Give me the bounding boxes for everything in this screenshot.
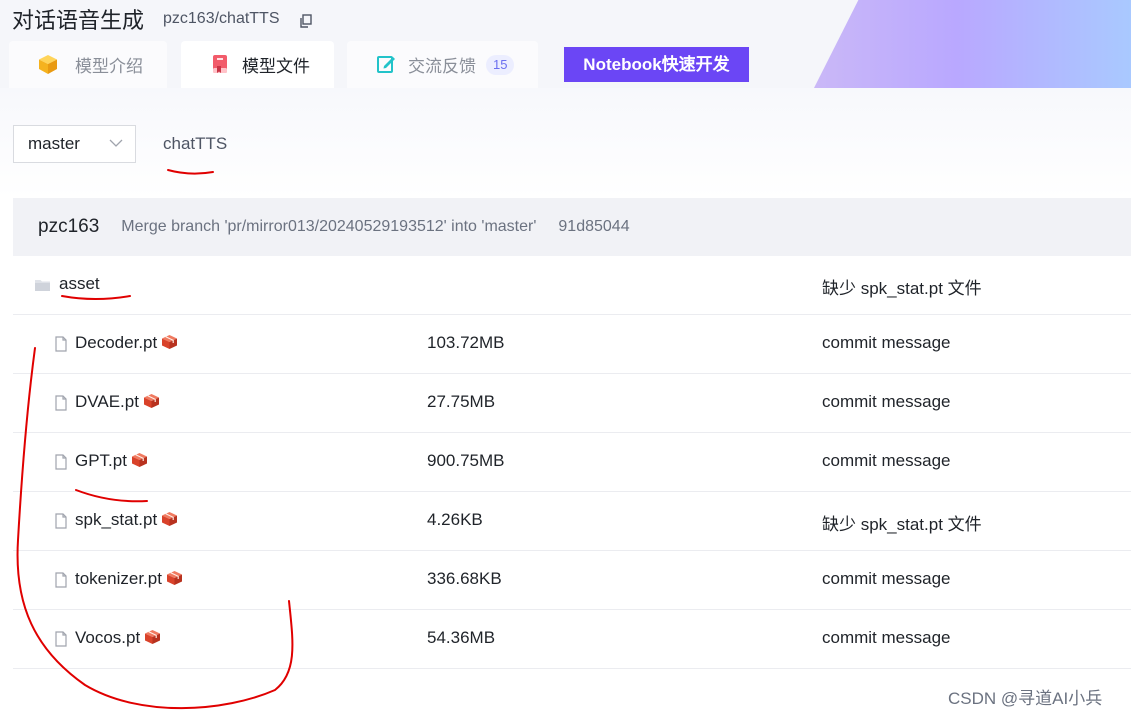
list-item[interactable]: GPT.pt 900.75MB commit message <box>13 433 1131 492</box>
cube-icon <box>39 55 57 74</box>
file-name-wrap[interactable]: GPT.pt <box>75 451 148 471</box>
repo-path: pzc163/chatTTS <box>163 10 280 27</box>
book-icon <box>213 55 227 73</box>
file-commit-message[interactable]: commit message <box>822 392 950 412</box>
repo-header: 对话语音生成 pzc163/chatTTS 模型介绍 模型文件 交流反馈 15 … <box>0 0 1131 88</box>
file-commit-message[interactable]: 缺少 spk_stat.pt 文件 <box>822 510 982 535</box>
header-decoration <box>814 0 1131 88</box>
folder-icon <box>35 280 50 291</box>
lfs-box-icon <box>166 571 182 585</box>
file-size: 54.36MB <box>427 628 496 647</box>
file-list: asset 缺少 spk_stat.pt 文件 Decoder.pt 103.7… <box>13 256 1131 669</box>
file-icon <box>55 336 67 352</box>
file-name-wrap[interactable]: DVAE.pt <box>75 392 160 412</box>
file-name[interactable]: spk_stat.pt <box>75 510 157 529</box>
file-size: 4.26KB <box>427 510 483 529</box>
edit-icon <box>377 56 395 73</box>
file-size: 900.75MB <box>427 451 505 470</box>
list-item[interactable]: tokenizer.pt 336.68KB commit message <box>13 551 1131 610</box>
chevron-down-icon <box>109 139 123 147</box>
file-name-wrap[interactable]: Decoder.pt <box>75 333 178 353</box>
copy-icon[interactable] <box>300 14 312 28</box>
list-item[interactable]: spk_stat.pt 4.26KB 缺少 spk_stat.pt 文件 <box>13 492 1131 551</box>
file-size: 336.68KB <box>427 569 502 588</box>
file-name[interactable]: asset <box>59 274 100 294</box>
branch-select[interactable]: master <box>13 125 136 163</box>
breadcrumb[interactable]: chatTTS <box>163 134 227 154</box>
commit-message[interactable]: Merge branch 'pr/mirror013/2024052919351… <box>121 218 536 236</box>
file-icon <box>55 395 67 411</box>
tab-label: 交流反馈 <box>408 57 476 76</box>
branch-select-value: master <box>28 134 80 153</box>
file-size: 27.75MB <box>427 392 496 411</box>
file-commit-message[interactable]: 缺少 spk_stat.pt 文件 <box>822 274 982 299</box>
notebook-quick-dev-button[interactable]: Notebook快速开发 <box>564 47 749 82</box>
lfs-box-icon <box>162 335 178 349</box>
file-icon <box>55 572 67 588</box>
file-commit-message[interactable]: commit message <box>822 569 950 589</box>
file-commit-message[interactable]: commit message <box>822 451 950 471</box>
file-icon <box>55 454 67 470</box>
tab-feedback[interactable]: 交流反馈 15 <box>347 41 538 88</box>
file-name-wrap[interactable]: spk_stat.pt <box>75 510 178 530</box>
lfs-box-icon <box>143 394 159 408</box>
lfs-box-icon <box>145 630 161 644</box>
list-item[interactable]: Vocos.pt 54.36MB commit message <box>13 610 1131 669</box>
watermark: CSDN @寻道AI小兵 <box>948 689 1103 708</box>
file-name[interactable]: tokenizer.pt <box>75 569 162 588</box>
file-name[interactable]: GPT.pt <box>75 451 127 470</box>
file-commit-message[interactable]: commit message <box>822 628 950 648</box>
lfs-box-icon <box>162 512 178 526</box>
tab-label: 模型文件 <box>242 57 310 76</box>
commit-hash[interactable]: 91d85044 <box>558 218 629 236</box>
tab-label: 模型介绍 <box>75 57 143 76</box>
file-icon <box>55 631 67 647</box>
file-commit-message[interactable]: commit message <box>822 333 950 353</box>
list-item[interactable]: DVAE.pt 27.75MB commit message <box>13 374 1131 433</box>
file-name[interactable]: Vocos.pt <box>75 628 140 647</box>
file-size: 103.72MB <box>427 333 505 352</box>
file-name-wrap[interactable]: Vocos.pt <box>75 628 161 648</box>
file-name[interactable]: DVAE.pt <box>75 392 139 411</box>
feedback-count-badge: 15 <box>486 54 515 75</box>
commit-author[interactable]: pzc163 <box>38 216 99 238</box>
file-icon <box>55 513 67 529</box>
latest-commit-bar: pzc163 Merge branch 'pr/mirror013/202405… <box>13 198 1131 256</box>
page-title: 对话语音生成 <box>12 8 145 33</box>
lfs-box-icon <box>131 453 147 467</box>
file-name-wrap[interactable]: tokenizer.pt <box>75 569 183 589</box>
list-item[interactable]: Decoder.pt 103.72MB commit message <box>13 315 1131 374</box>
file-name[interactable]: Decoder.pt <box>75 333 157 352</box>
tab-model-files[interactable]: 模型文件 <box>181 41 334 88</box>
list-item[interactable]: asset 缺少 spk_stat.pt 文件 <box>13 256 1131 315</box>
tab-model-intro[interactable]: 模型介绍 <box>9 41 167 88</box>
